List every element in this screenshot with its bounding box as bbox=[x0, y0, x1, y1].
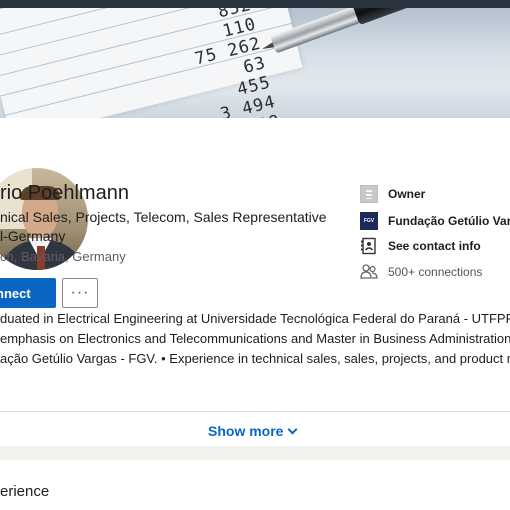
profile-card: rio Poehlmann nical Sales, Projects, Tel… bbox=[0, 118, 510, 446]
connections-label: 500+ connections bbox=[388, 265, 483, 279]
owner-label: Owner bbox=[388, 187, 426, 201]
experience-card: erience bbox=[0, 460, 510, 510]
profile-name: rio Poehlmann bbox=[0, 182, 129, 204]
section-divider bbox=[0, 411, 510, 412]
show-more-label: Show more bbox=[208, 423, 284, 439]
profile-headline: nical Sales, Projects, Telecom, Sales Re… bbox=[0, 208, 345, 246]
about-line: emphasis on Electronics and Telecommunic… bbox=[0, 331, 510, 346]
experience-heading: erience bbox=[0, 483, 50, 500]
show-more-button[interactable]: Show more bbox=[208, 423, 298, 439]
connect-button[interactable]: nnect bbox=[0, 278, 56, 308]
chevron-down-icon bbox=[288, 424, 298, 435]
top-nav-bar bbox=[0, 0, 510, 8]
headline-line: nical Sales, Projects, Telecom, Sales Re… bbox=[0, 209, 327, 225]
fgv-logo-icon: FGV bbox=[360, 212, 378, 230]
more-actions-button[interactable]: ··· bbox=[62, 278, 98, 308]
headline-line: l-Germany bbox=[0, 228, 66, 244]
building-icon bbox=[360, 185, 378, 203]
company-label: Fundação Getúlio Varga bbox=[388, 214, 510, 228]
profile-location: ch, Bavaria, Germany bbox=[0, 249, 126, 264]
contact-card-icon bbox=[361, 237, 376, 255]
about-line: ação Getúlio Vargas - FGV. • Experience … bbox=[0, 351, 510, 366]
contact-label: See contact info bbox=[388, 239, 481, 253]
profile-banner-image: 852 110 75 262 63 455 3 494 288 bbox=[0, 8, 510, 118]
people-icon bbox=[360, 264, 378, 279]
about-section: duated in Electrical Engineering at Univ… bbox=[0, 309, 510, 369]
about-line: duated in Electrical Engineering at Univ… bbox=[0, 311, 510, 326]
